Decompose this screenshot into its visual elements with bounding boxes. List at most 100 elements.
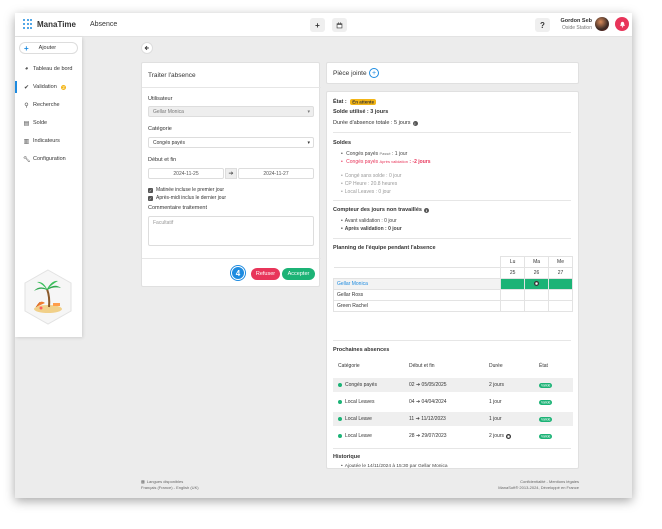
- app-logo[interactable]: ManaTime: [23, 19, 76, 29]
- notification-button[interactable]: [615, 17, 629, 31]
- planning-table: Lu Ma Me 25 26 27 Gellar Monica ✱ Gellar…: [332, 256, 573, 312]
- check-morning-row[interactable]: ✓ Matinée incluse le premier jour: [148, 187, 224, 193]
- total-duration: Durée d'absence totale : 5 jours: [333, 120, 411, 126]
- table-row[interactable]: Local Leave 11 ➔ 11/12/2023 1 jour Valid…: [333, 412, 573, 426]
- sidebar-item-balance[interactable]: ▤ Solde: [15, 117, 82, 129]
- arrow-right-icon: ➔: [415, 416, 420, 422]
- balance-item: Local Leaves : 0 jour: [341, 189, 391, 195]
- counter-before: Avant validation : 0 jour: [341, 218, 397, 224]
- afternoon-checkbox[interactable]: ✓: [148, 195, 153, 201]
- sidebar-item-search[interactable]: ⚲ Recherche: [15, 99, 82, 111]
- search-icon: ⚲: [24, 102, 29, 109]
- back-button[interactable]: [141, 42, 153, 54]
- sidebar-item-indicators[interactable]: ▥ Indicateurs: [15, 135, 82, 147]
- absence-cell: ✱: [524, 278, 550, 290]
- user-name[interactable]: Gordon Seb: [561, 18, 592, 24]
- absence-cell: [548, 278, 573, 290]
- translate-icon: ▩: [141, 479, 145, 484]
- accept-button[interactable]: Accepter: [282, 268, 315, 280]
- balance-used: Solde utilisé : 3 jours: [333, 109, 389, 115]
- sidebar-item-label: Indicateurs: [33, 138, 60, 144]
- category-label: Catégorie: [148, 126, 172, 132]
- user-select-value: Gellar Monica: [153, 108, 184, 115]
- planning-person-row: Gellar Monica ✱: [332, 278, 573, 290]
- state-row: État : En attente: [333, 98, 377, 105]
- status-badge: Validé: [539, 433, 553, 439]
- planning-day: Lu: [500, 256, 526, 268]
- planning-person-link[interactable]: Gellar Monica: [332, 278, 502, 290]
- table-row[interactable]: Local Leave 28 ➔ 29/07/2023 2 jours ✱ Val…: [333, 429, 573, 443]
- wrench-icon: 🔧︎: [23, 156, 31, 163]
- planning-date: 26: [524, 267, 550, 279]
- user-subtitle: Oside Station: [561, 25, 592, 31]
- sidebar-item-validation[interactable]: ✔ Validation 2: [15, 81, 82, 93]
- balance-item: Congés payés Après validation : -2 jours: [341, 159, 430, 165]
- languages-links[interactable]: Français (France) - English (UK): [141, 485, 199, 490]
- planning-date: 27: [548, 267, 573, 279]
- calendar-button[interactable]: [332, 18, 347, 32]
- history-title: Historique: [333, 454, 361, 460]
- footer-languages: ▩ Langues disponibles Français (France) …: [141, 479, 199, 490]
- attachment-title: Pièce jointe: [333, 70, 367, 77]
- morning-checkbox[interactable]: ✓: [148, 187, 153, 193]
- add-button[interactable]: + Ajouter: [19, 42, 78, 54]
- chart-icon: ▥: [23, 138, 30, 145]
- balance-item: Congés payés Passé : 1 jour: [341, 151, 407, 157]
- help-button[interactable]: ?: [535, 18, 550, 32]
- sidebar-item-label: Solde: [33, 120, 48, 126]
- info-icon[interactable]: i: [412, 120, 418, 126]
- divider: [333, 448, 571, 449]
- copyright: ManaSoft® 2013-2024, Développé en France: [498, 485, 579, 490]
- sidebar: + Ajouter ◕ Tableau de bord ✔ Validation…: [15, 37, 82, 337]
- planning-day: Me: [548, 256, 573, 268]
- calendar-icon: [336, 21, 343, 28]
- balances-title: Soldes: [333, 140, 352, 146]
- end-date-input[interactable]: 2024-11-27: [238, 168, 314, 179]
- avatar[interactable]: [595, 17, 609, 31]
- info-icon[interactable]: i: [423, 207, 429, 213]
- divider: [333, 200, 571, 201]
- divider: [333, 238, 571, 239]
- planning-date: 25: [500, 267, 526, 279]
- page-title: Absence: [90, 21, 118, 28]
- add-button-label: Ajouter: [38, 45, 57, 51]
- chevron-down-icon: ▾: [307, 108, 310, 115]
- quick-add-button[interactable]: +: [310, 18, 325, 32]
- balance-icon: ▤: [23, 120, 30, 127]
- arrow-left-icon: [144, 45, 149, 51]
- sidebar-item-label: Tableau de bord: [33, 66, 73, 72]
- top-bar: ManaTime Absence + ? Gordon Seb Oside St…: [15, 13, 632, 37]
- history-item: Ajoutée le 14/11/2024 à 15:30 par Gellar…: [341, 464, 448, 469]
- table-row[interactable]: Congés payés 02 ➔ 05/05/2025 2 jours Val…: [333, 378, 573, 392]
- start-date-input[interactable]: 2024-11-25: [148, 168, 224, 179]
- status-badge: Validé: [539, 399, 553, 405]
- dashboard-icon: ◕: [24, 66, 29, 72]
- validation-count-badge: 2: [60, 84, 67, 90]
- sidebar-item-dashboard[interactable]: ◕ Tableau de bord: [15, 63, 82, 75]
- user-select: Gellar Monica ▾: [148, 106, 314, 117]
- sidebar-item-configuration[interactable]: 🔧︎ Configuration: [15, 153, 82, 165]
- refuse-button[interactable]: Refuser: [251, 268, 280, 280]
- add-attachment-button[interactable]: +: [369, 68, 379, 78]
- legal-links[interactable]: Confidentialité - Mentions légales: [498, 479, 579, 484]
- arrow-right-icon: ➔: [225, 168, 237, 179]
- holiday-icon: ✱: [506, 433, 512, 439]
- languages-title: Langues disponibles: [146, 479, 184, 484]
- planning-title: Planning de l'équipe pendant l'absence: [333, 245, 436, 251]
- bell-icon: [619, 21, 625, 28]
- category-select[interactable]: Congés payés ▾: [148, 137, 314, 148]
- table-row[interactable]: Local Leaves 04 ➔ 04/04/2024 1 jour Vali…: [333, 395, 573, 409]
- form-title: Traiter l'absence: [148, 72, 196, 79]
- check-afternoon-row[interactable]: ✓ Après-midi inclus le dernier jour: [148, 195, 226, 201]
- holiday-icon: ✱: [534, 281, 540, 286]
- arrow-right-icon: ➔: [415, 433, 421, 439]
- dates-label: Début et fin: [148, 157, 177, 163]
- status-badge: En attente: [350, 98, 377, 105]
- process-absence-card: Traiter l'absence Utilisateur Gellar Mon…: [141, 62, 321, 287]
- planning-person-row: Gellar Ross: [332, 289, 573, 301]
- sidebar-item-label: Validation: [33, 84, 57, 90]
- category-dot-icon: [338, 383, 342, 387]
- upcoming-header: Catégorie Début et fin Durée État: [338, 363, 548, 369]
- comment-textarea[interactable]: Facultatif: [148, 216, 314, 246]
- chevron-down-icon: ▾: [307, 139, 310, 146]
